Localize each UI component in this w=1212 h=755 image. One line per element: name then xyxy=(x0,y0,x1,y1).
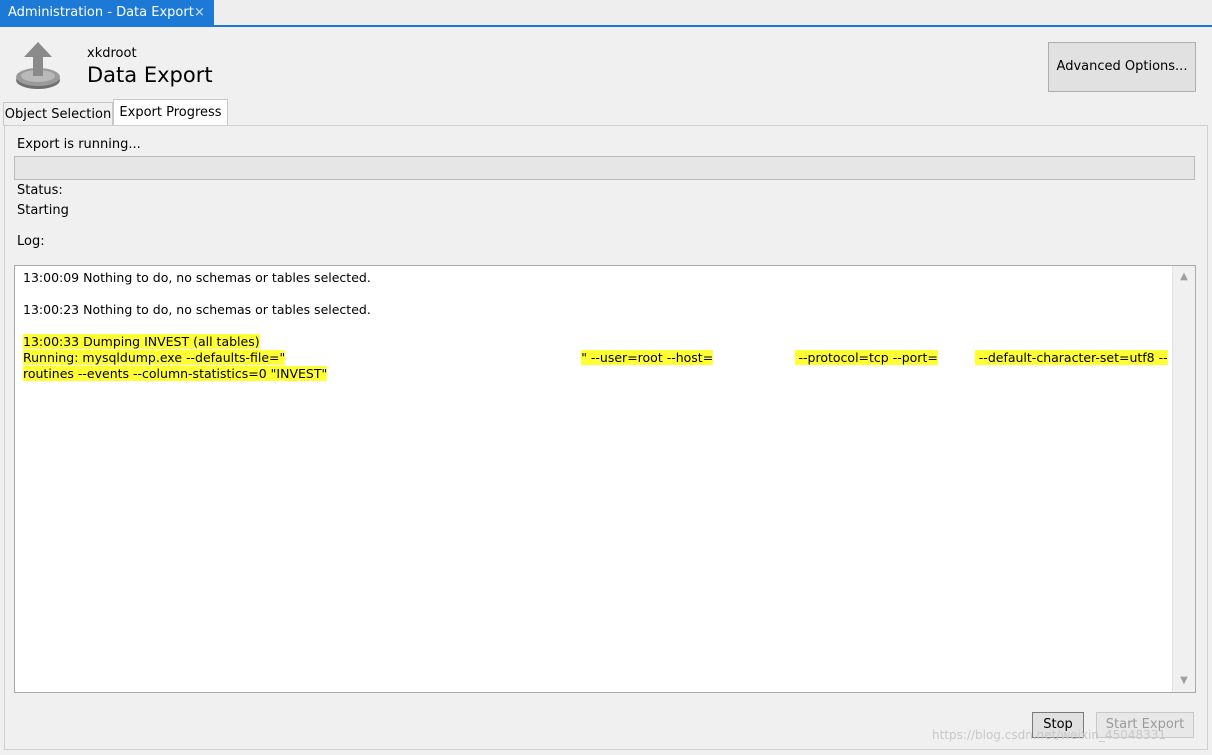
log-scrollbar[interactable]: ▲ ▼ xyxy=(1172,266,1195,692)
connection-name: xkdroot xyxy=(87,46,137,61)
log-running-prefix: Running: mysqldump.exe --defaults-file=" xyxy=(23,350,286,365)
log-line-highlight: 13:00:33 Dumping INVEST (all tables) xyxy=(23,334,260,349)
log-output[interactable]: 13:00:09 Nothing to do, no schemas or ta… xyxy=(14,265,1196,693)
log-label: Log: xyxy=(17,234,45,249)
tab-export-progress[interactable]: Export Progress xyxy=(113,99,228,126)
redacted-text: xxxxx xyxy=(937,350,975,365)
log-line: Running: mysqldump.exe --defaults-file="… xyxy=(23,350,1168,366)
close-icon[interactable]: × xyxy=(194,5,205,20)
scroll-up-icon[interactable]: ▲ xyxy=(1173,266,1195,288)
watermark: https://blog.csdn.net/weixin_45048331 xyxy=(932,728,1167,742)
redacted-text: xxxxxxxxxxx xyxy=(713,350,795,365)
tab-object-selection[interactable]: Object Selection xyxy=(3,102,113,126)
export-upload-icon xyxy=(16,42,60,89)
export-progress-bar xyxy=(14,156,1195,180)
scroll-down-icon[interactable]: ▼ xyxy=(1173,670,1195,692)
log-line-highlight: routines --events --column-statistics=0 … xyxy=(23,366,328,381)
log-line: 13:00:33 Dumping INVEST (all tables) xyxy=(23,334,1163,350)
export-running-label: Export is running... xyxy=(17,137,141,152)
redacted-text: xxxxxxxxxxxxxxxxxxxxxxxxxxxxxxxxxxxxxxxx xyxy=(285,350,582,365)
document-tab-label: Administration - Data Export xyxy=(8,5,194,20)
log-line: 13:00:23 Nothing to do, no schemas or ta… xyxy=(23,302,371,317)
status-value: Starting xyxy=(17,203,69,218)
document-tab-data-export[interactable]: Administration - Data Export × xyxy=(0,0,214,26)
log-protocol: --protocol=tcp --port= xyxy=(794,350,938,365)
status-label: Status: xyxy=(17,183,63,198)
advanced-options-button[interactable]: Advanced Options... xyxy=(1048,42,1196,92)
log-user-host: " --user=root --host= xyxy=(581,350,714,365)
log-charset: --default-character-set=utf8 -- xyxy=(974,350,1168,365)
log-line: routines --events --column-statistics=0 … xyxy=(23,366,1163,382)
log-line: 13:00:09 Nothing to do, no schemas or ta… xyxy=(23,270,371,285)
page-title: Data Export xyxy=(87,63,213,87)
